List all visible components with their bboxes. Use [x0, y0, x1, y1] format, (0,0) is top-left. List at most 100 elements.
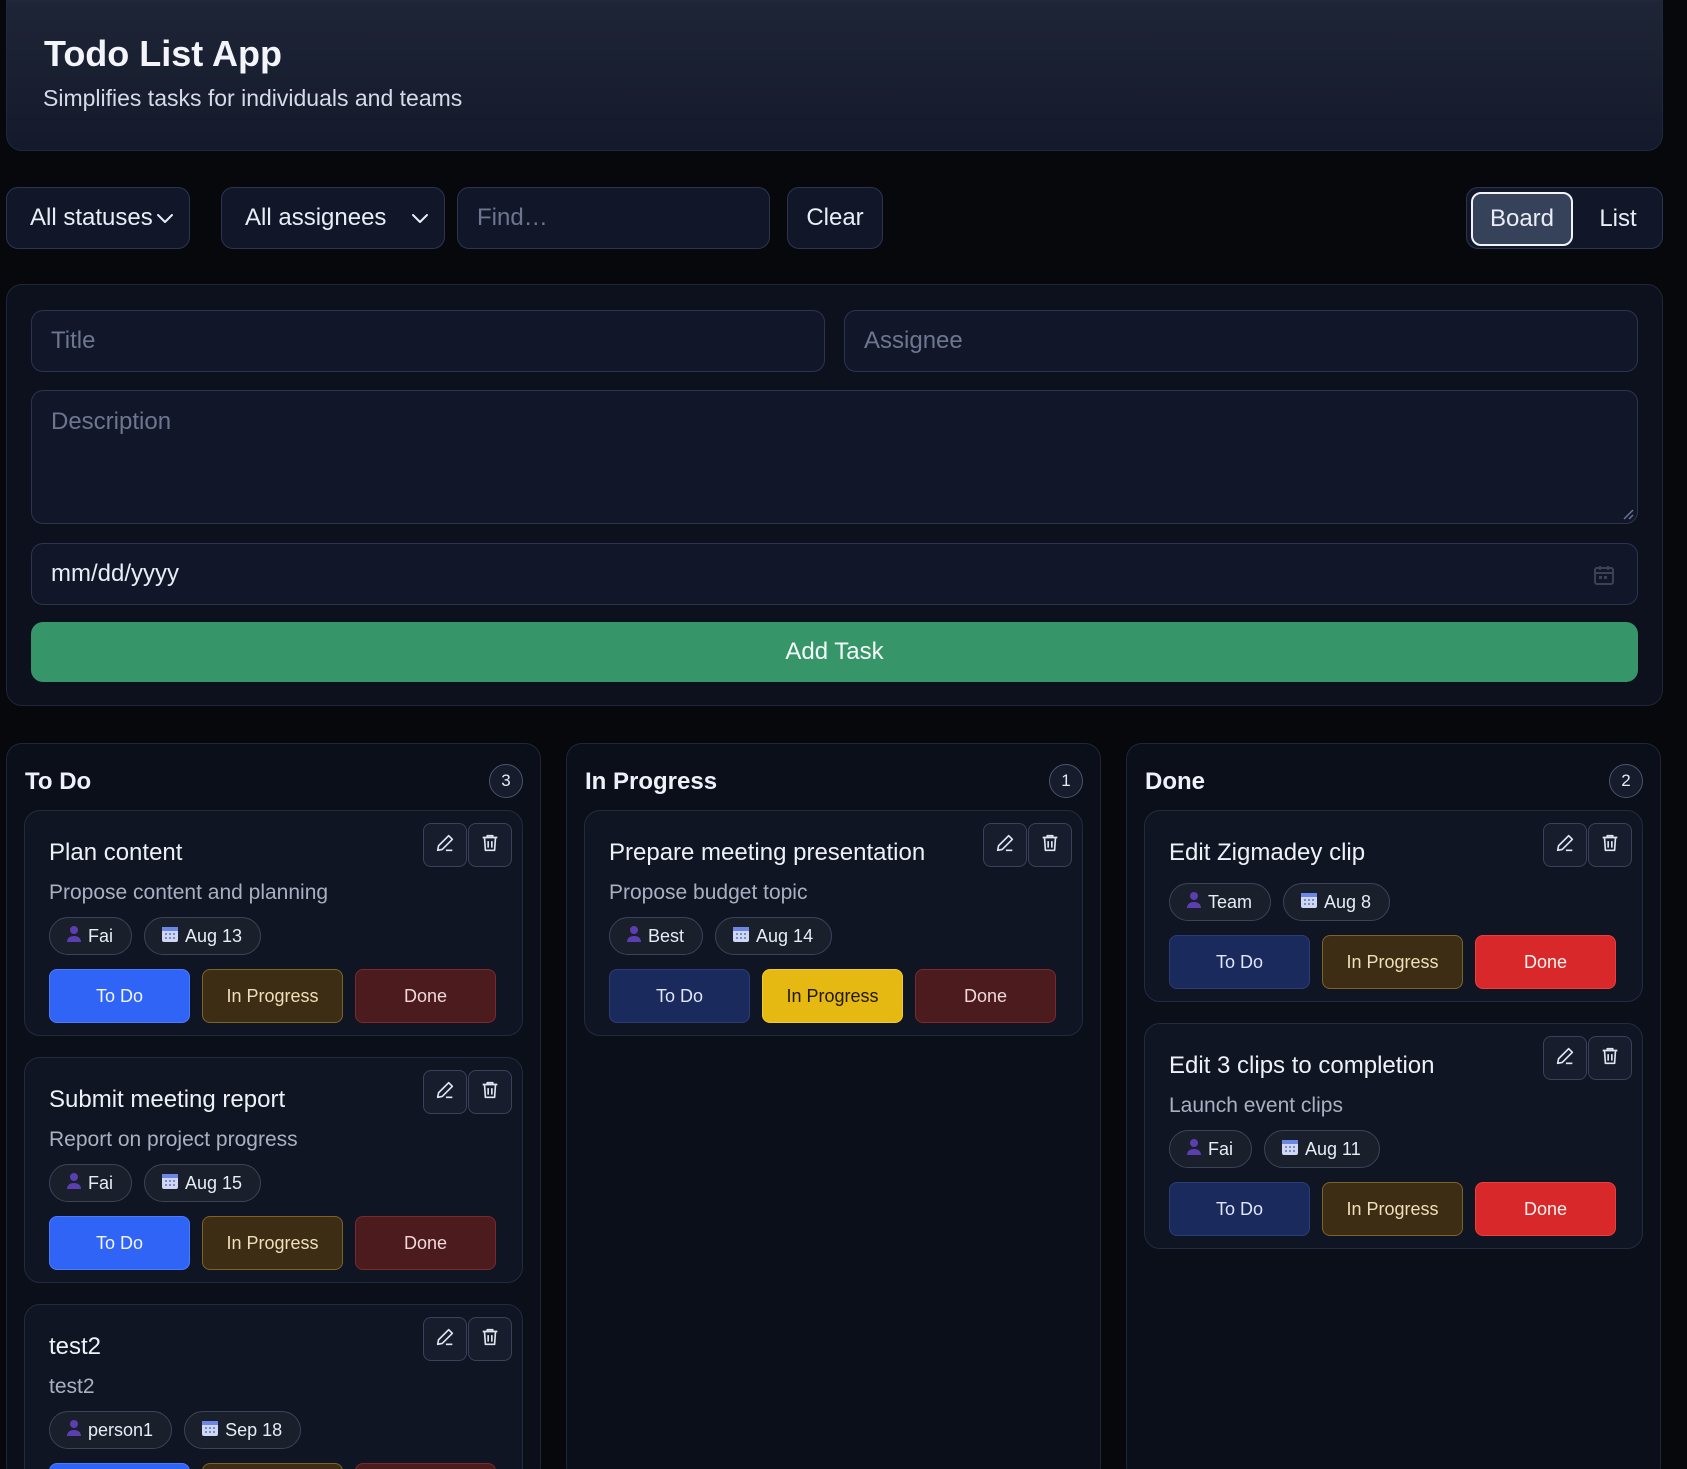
status-buttons: To DoIn ProgressDone	[49, 969, 496, 1023]
calendar-icon[interactable]	[1593, 564, 1615, 586]
trash-icon	[479, 1326, 501, 1353]
description-placeholder: Description	[51, 408, 172, 435]
task-title: Edit 3 clips to completion	[1169, 1052, 1435, 1079]
trash-icon	[1039, 832, 1061, 859]
status-button-done[interactable]: Done	[355, 1463, 496, 1469]
due-date: Aug 13	[185, 925, 243, 946]
column-title: To Do	[25, 768, 92, 795]
due-date: Aug 8	[1324, 891, 1372, 912]
filter-toolbar: All statuses All assignees Find… Clear B…	[6, 187, 1663, 249]
due-date-value: mm/dd/yyyy	[51, 560, 180, 587]
status-button-progress[interactable]: In Progress	[202, 1463, 343, 1469]
task-title: Plan content	[49, 839, 183, 866]
edit-button[interactable]	[1543, 1036, 1587, 1080]
status-button-done[interactable]: Done	[355, 1216, 496, 1270]
status-button-todo[interactable]: To Do	[49, 969, 190, 1023]
edit-button[interactable]	[1543, 823, 1587, 867]
assignee-name: Team	[1208, 891, 1253, 912]
status-button-todo[interactable]: To Do	[49, 1216, 190, 1270]
due-date-input[interactable]: mm/dd/yyyy	[31, 543, 1638, 605]
status-button-todo[interactable]: To Do	[1169, 935, 1310, 989]
assignee-name: Fai	[1208, 1138, 1234, 1159]
description-textarea[interactable]: Description	[31, 390, 1638, 524]
due-date-chip: Aug 11	[1264, 1130, 1380, 1168]
status-button-done[interactable]: Done	[1475, 1182, 1616, 1236]
column-to-do: To Do 3 Plan content Propose content and pl…	[6, 743, 541, 1469]
due-date: Aug 15	[185, 1172, 243, 1193]
status-button-todo[interactable]: To Do	[1169, 1182, 1310, 1236]
edit-button[interactable]	[423, 1070, 467, 1114]
task-card: test2 test2 person1 Sep 18 To Do In Progress D…	[24, 1304, 523, 1469]
edit-button[interactable]	[983, 823, 1027, 867]
task-meta: Best Aug 14	[609, 917, 833, 955]
calendar-icon	[161, 1172, 179, 1195]
status-buttons: To DoIn ProgressDone	[1169, 1182, 1616, 1236]
person-icon	[66, 1419, 82, 1442]
calendar-icon	[732, 925, 750, 948]
assignee-chip: Fai	[49, 917, 133, 955]
delete-button[interactable]	[468, 1070, 512, 1114]
trash-icon	[479, 832, 501, 859]
due-date-chip: Aug 13	[144, 917, 262, 955]
due-date-chip: Aug 8	[1283, 883, 1391, 921]
delete-button[interactable]	[1588, 1036, 1632, 1080]
assignee-name: Best	[648, 925, 685, 946]
add-task-button[interactable]: Add Task	[31, 622, 1638, 682]
status-button-todo[interactable]: To Do	[49, 1463, 190, 1469]
task-card: Plan content Propose content and planning…	[24, 810, 523, 1036]
due-date-chip: Aug 15	[144, 1164, 262, 1202]
status-button-progress[interactable]: In Progress	[1322, 935, 1463, 989]
column-title: In Progress	[585, 768, 718, 795]
delete-button[interactable]	[1588, 823, 1632, 867]
trash-icon	[1599, 832, 1621, 859]
delete-button[interactable]	[468, 823, 512, 867]
assignee-input[interactable]: Assignee	[844, 310, 1638, 372]
status-button-done[interactable]: Done	[915, 969, 1056, 1023]
assignee-chip: Fai	[1169, 1130, 1253, 1168]
status-button-progress[interactable]: In Progress	[202, 969, 343, 1023]
task-title: Submit meeting report	[49, 1086, 286, 1113]
status-button-progress[interactable]: In Progress	[1322, 1182, 1463, 1236]
status-button-done[interactable]: Done	[355, 969, 496, 1023]
chevron-down-icon	[412, 214, 428, 223]
app-title: Todo List App	[44, 33, 282, 74]
task-meta: person1 Sep 18	[49, 1411, 302, 1449]
task-description: Report on project progress	[49, 1128, 298, 1151]
due-date: Aug 11	[1305, 1138, 1361, 1159]
pencil-icon	[434, 832, 456, 859]
status-button-progress[interactable]: In Progress	[202, 1216, 343, 1270]
find-input[interactable]: Find…	[457, 187, 770, 249]
resize-handle-icon[interactable]	[1620, 506, 1634, 520]
title-input[interactable]: Title	[31, 310, 825, 372]
calendar-icon	[161, 925, 179, 948]
assignee-filter-select[interactable]: All assignees	[221, 187, 445, 249]
assignee-name: person1	[88, 1419, 154, 1440]
status-button-progress[interactable]: In Progress	[762, 969, 903, 1023]
column-in-progress: In Progress 1 Prepare meeting presentation…	[566, 743, 1101, 1469]
board-view-button[interactable]: Board	[1471, 192, 1573, 246]
column-title: Done	[1145, 768, 1205, 795]
status-buttons: To DoIn ProgressDone	[609, 969, 1056, 1023]
list-view-button[interactable]: List	[1577, 192, 1659, 246]
task-card: Prepare meeting presentation Propose budg…	[584, 810, 1083, 1036]
clear-label: Clear	[806, 204, 864, 231]
calendar-icon	[201, 1419, 219, 1442]
status-button-todo[interactable]: To Do	[609, 969, 750, 1023]
assignee-chip: person1	[49, 1411, 173, 1449]
app-subtitle: Simplifies tasks for individuals and tea…	[43, 85, 463, 111]
delete-button[interactable]	[1028, 823, 1072, 867]
edit-button[interactable]	[423, 823, 467, 867]
pencil-icon	[434, 1079, 456, 1106]
person-icon	[1186, 1138, 1202, 1161]
status-buttons: To DoIn ProgressDone	[1169, 935, 1616, 989]
trash-icon	[479, 1079, 501, 1106]
due-date-chip: Sep 18	[184, 1411, 302, 1449]
status-button-done[interactable]: Done	[1475, 935, 1616, 989]
assignee-filter-value: All assignees	[245, 204, 387, 231]
assignee-chip: Team	[1169, 883, 1272, 921]
clear-button[interactable]: Clear	[787, 187, 883, 249]
edit-button[interactable]	[423, 1317, 467, 1361]
status-filter-select[interactable]: All statuses	[6, 187, 190, 249]
status-buttons: To DoIn ProgressDone	[49, 1216, 496, 1270]
delete-button[interactable]	[468, 1317, 512, 1361]
